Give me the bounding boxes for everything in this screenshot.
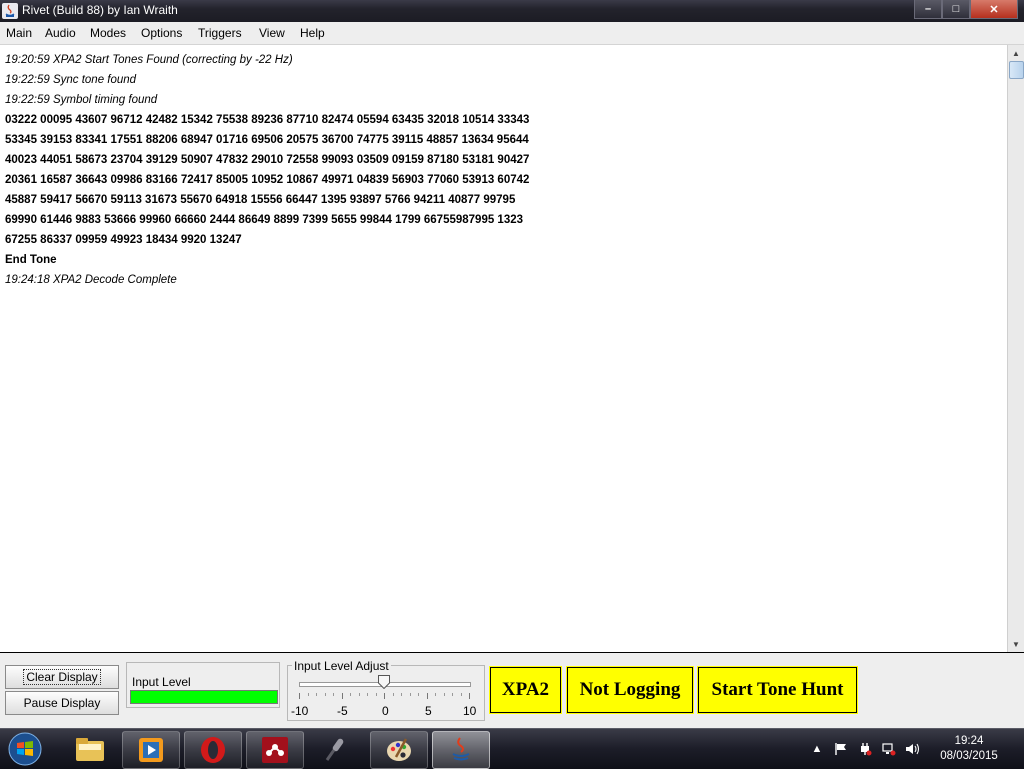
menu-triggers[interactable]: Triggers xyxy=(198,26,242,40)
log-line: 19:20:59 XPA2 Start Tones Found (correct… xyxy=(5,54,293,66)
slider-tick-mark xyxy=(443,693,445,696)
decode-log[interactable]: 19:20:59 XPA2 Start Tones Found (correct… xyxy=(0,45,1007,652)
menu-audio[interactable]: Audio xyxy=(45,26,76,40)
log-line: 19:24:18 XPA2 Decode Complete xyxy=(5,274,177,286)
log-line: 03222 00095 43607 96712 42482 15342 7553… xyxy=(5,114,530,126)
volume-icon[interactable] xyxy=(904,729,922,769)
input-level-group: Input Level xyxy=(126,662,280,708)
clear-display-button[interactable]: Clear Display xyxy=(5,665,119,689)
log-line: 19:22:59 Symbol timing found xyxy=(5,94,158,106)
menu-options[interactable]: Options xyxy=(141,26,182,40)
pause-display-button[interactable]: Pause Display xyxy=(5,691,119,715)
media-player-icon[interactable] xyxy=(122,731,180,769)
clear-display-label: Clear Display xyxy=(23,669,101,685)
start-button[interactable] xyxy=(4,729,46,769)
windows-logo-icon xyxy=(8,732,42,766)
slider-tick-mark xyxy=(426,693,428,699)
scroll-up-arrow-icon[interactable]: ▲ xyxy=(1008,45,1024,61)
clock-date: 08/03/2015 xyxy=(940,750,998,762)
taskbar-clock[interactable]: 19:24 08/03/2015 xyxy=(930,734,1008,764)
log-line: 45887 59417 56670 59113 31673 55670 6491… xyxy=(5,194,516,206)
taskbar: ▲ 19:24 08/03/2015 xyxy=(0,728,1024,769)
start-tone-hunt-button[interactable]: Start Tone Hunt xyxy=(697,666,858,714)
slider-tick-mark xyxy=(469,693,470,699)
microphone-icon[interactable] xyxy=(308,731,364,767)
java-icon[interactable] xyxy=(432,731,490,769)
log-line: 40023 44051 58673 23704 39129 50907 4783… xyxy=(5,154,530,166)
menu-modes[interactable]: Modes xyxy=(90,26,126,40)
slider-tick-mark xyxy=(435,693,436,696)
log-line: 53345 39153 83341 17551 88206 68947 0171… xyxy=(5,134,529,146)
menu-bar: Main Audio Modes Options Triggers View H… xyxy=(0,22,1024,45)
slider-tick-mark xyxy=(333,693,334,696)
title-bar: Rivet (Build 88) by Ian Wraith – □ ✕ xyxy=(0,0,1024,22)
slider-tick-label: -5 xyxy=(337,704,348,718)
input-level-adjust-group: Input Level Adjust -10 -5 0 5 10 xyxy=(287,659,485,721)
slider-tick-label: 0 xyxy=(382,704,389,718)
slider-tick-mark xyxy=(358,693,360,696)
slider-tick-mark xyxy=(299,693,300,699)
show-hidden-icons-icon[interactable]: ▲ xyxy=(810,729,824,769)
mendeley-icon[interactable] xyxy=(246,731,304,769)
slider-tick-mark xyxy=(384,693,385,699)
maximize-button[interactable]: □ xyxy=(942,0,970,19)
slider-tick-mark xyxy=(316,693,317,696)
slider-tick-mark xyxy=(367,693,368,696)
file-explorer-icon[interactable] xyxy=(62,731,118,767)
input-level-meter xyxy=(130,690,278,704)
logging-button[interactable]: Not Logging xyxy=(566,666,694,714)
input-level-label: Input Level xyxy=(132,675,191,689)
log-line: 67255 86337 09959 49923 18434 9920 13247 xyxy=(5,234,242,246)
slider-tick-mark xyxy=(409,693,411,696)
slider-tick-mark xyxy=(350,693,351,696)
log-line: 19:22:59 Sync tone found xyxy=(5,74,137,86)
slider-tick-label: -10 xyxy=(291,704,309,718)
slider-tick-mark xyxy=(392,693,394,696)
slider-tick-label: 10 xyxy=(463,704,477,718)
pause-display-label: Pause Display xyxy=(23,696,101,710)
log-line: 20361 16587 36643 09986 83166 72417 8500… xyxy=(5,174,530,186)
action-center-flag-icon[interactable] xyxy=(832,729,850,769)
input-level-slider-knob[interactable] xyxy=(378,675,390,690)
log-line: 69990 61446 9883 53666 99960 66660 2444 … xyxy=(5,214,524,226)
slider-tick-mark xyxy=(452,693,453,696)
menu-main[interactable]: Main xyxy=(6,26,32,40)
slider-tick-label: 5 xyxy=(425,704,432,718)
input-level-adjust-label: Input Level Adjust xyxy=(292,659,391,673)
log-line: End Tone xyxy=(5,254,57,266)
input-level-fill xyxy=(131,691,277,703)
network-icon[interactable] xyxy=(880,729,898,769)
slider-tick-mark xyxy=(324,693,326,696)
scroll-thumb[interactable] xyxy=(1009,61,1024,79)
java-app-icon[interactable] xyxy=(2,3,18,19)
slider-tick-mark xyxy=(307,693,309,696)
slider-tick-mark xyxy=(375,693,377,696)
scroll-down-arrow-icon[interactable]: ▼ xyxy=(1008,636,1024,652)
slider-tick-mark xyxy=(418,693,419,696)
slider-tick-mark xyxy=(401,693,402,696)
menu-help[interactable]: Help xyxy=(300,26,325,40)
paint-icon[interactable] xyxy=(370,731,428,769)
power-plug-icon[interactable] xyxy=(856,729,874,769)
vertical-scrollbar[interactable]: ▲ ▼ xyxy=(1007,45,1024,652)
slider-tick-mark xyxy=(460,693,462,696)
slider-tick-mark xyxy=(341,693,343,699)
opera-icon[interactable] xyxy=(184,731,242,769)
minimize-button[interactable]: – xyxy=(914,0,942,19)
clock-time: 19:24 xyxy=(954,735,984,747)
menu-view[interactable]: View xyxy=(259,26,285,40)
mode-button[interactable]: XPA2 xyxy=(489,666,562,714)
close-button[interactable]: ✕ xyxy=(970,0,1018,19)
window-title: Rivet (Build 88) by Ian Wraith xyxy=(22,3,178,17)
